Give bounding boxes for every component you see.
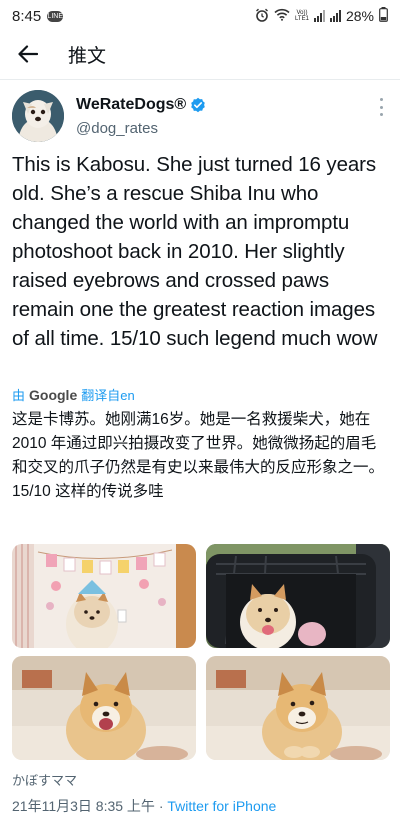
- header-divider: [0, 79, 400, 80]
- alarm-icon: [255, 8, 269, 25]
- verified-badge-icon: [190, 97, 206, 113]
- wifi-icon: [274, 8, 290, 24]
- battery-icon: [379, 7, 388, 25]
- battery-level: 28%: [345, 8, 374, 24]
- google-logo: Google: [29, 386, 78, 403]
- photo-dog-on-couch-crossed-paws[interactable]: [206, 656, 390, 760]
- status-bar: 8:45 LINE Vo)) LTE1 28%: [0, 0, 400, 32]
- author-name[interactable]: WeRateDogs®: [76, 96, 186, 114]
- more-vertical-icon[interactable]: [378, 98, 384, 116]
- avatar[interactable]: [12, 90, 64, 142]
- tweet-source-app-link[interactable]: Twitter for iPhone: [167, 798, 276, 814]
- signal-icon-2: [329, 10, 341, 22]
- translation-attribution[interactable]: 由 Google 翻译自en: [12, 385, 135, 404]
- media-grid: [12, 544, 390, 760]
- tweet-author: WeRateDogs® @dog_rates: [12, 90, 388, 146]
- tweet-metadata: 21年11月3日 8:35 上午 · Twitter for iPhone: [12, 796, 276, 816]
- translated-text: 这是卡博苏。她刚满16岁。她是一名救援柴犬，她在 2010 年通过即兴拍摄改变了…: [12, 411, 385, 500]
- arrow-left-icon[interactable]: [16, 42, 40, 66]
- translate-suffix: 翻译自en: [81, 388, 135, 403]
- author-name-row[interactable]: WeRateDogs®: [76, 96, 206, 114]
- status-icons: Vo)) LTE1 28%: [255, 7, 388, 25]
- translate-prefix: 由: [12, 388, 26, 403]
- page-title: 推文: [68, 45, 107, 67]
- photo-dog-on-couch-mouth-open[interactable]: [12, 656, 196, 760]
- tweet-time: 8:35 上午: [95, 798, 155, 814]
- volte-icon: Vo)) LTE1: [295, 10, 309, 22]
- top-app-bar: 推文: [0, 32, 400, 76]
- photo-credit: かぼすママ: [12, 773, 78, 788]
- line-notification-icon: LINE: [47, 10, 64, 22]
- status-time: 8:45: [12, 7, 42, 25]
- author-handle[interactable]: @dog_rates: [76, 120, 158, 137]
- tweet-text: This is Kabosu. She just turned 16 years…: [12, 153, 378, 350]
- tweet-date: 21年11月3日: [12, 798, 92, 814]
- signal-icon-1: [313, 10, 325, 22]
- meta-separator: ·: [158, 798, 164, 814]
- photo-dog-in-stroller[interactable]: [206, 544, 390, 648]
- photo-birthday-dog[interactable]: [12, 544, 196, 648]
